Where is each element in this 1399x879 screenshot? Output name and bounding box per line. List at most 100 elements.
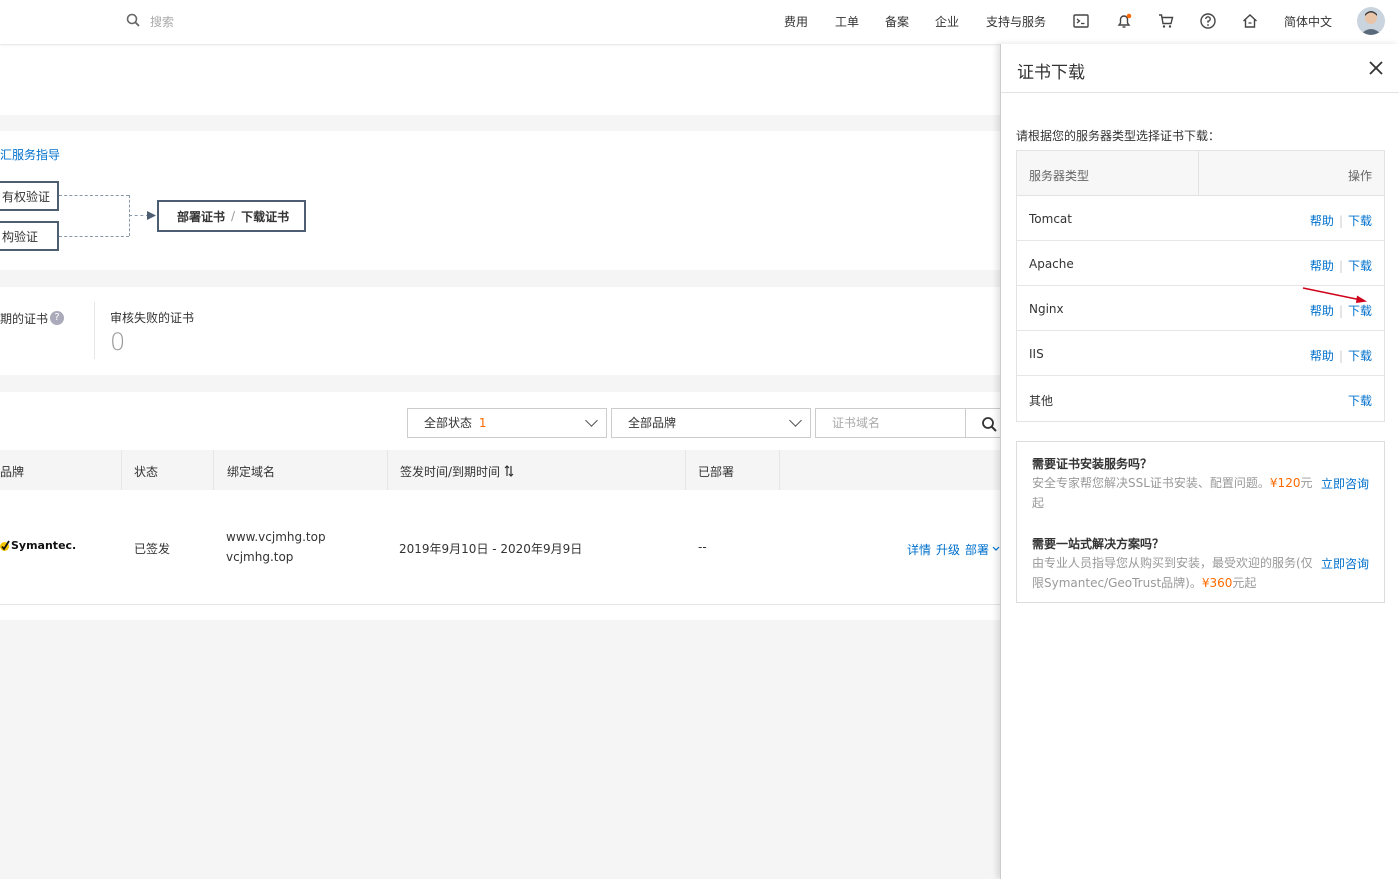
column-status: 状态 (134, 465, 159, 479)
nav-billing[interactable]: 费用 (784, 13, 808, 30)
search-icon (982, 417, 997, 432)
server-row-other: 其他 下载 (1017, 376, 1384, 421)
cert-download-panel: 证书下载 请根据您的服务器类型选择证书下载： 服务器类型 操作 Tomcat 帮… (1000, 44, 1399, 879)
brand-name: Symantec. (11, 539, 77, 552)
brand-filter-label: 全部品牌 (628, 416, 677, 430)
promo-install-desc: 安全专家帮您解决SSL证书安装、配置问题。¥120元起 (1032, 476, 1313, 510)
consult-solution-link[interactable]: 立即咨询 (1321, 555, 1369, 572)
stats-divider (94, 302, 95, 359)
server-row-tomcat: Tomcat 帮助 | 下载 (1017, 196, 1384, 241)
details-link[interactable]: 详情 (907, 541, 931, 558)
chevron-down-icon (585, 414, 598, 427)
flow-deploy-download: 部署证书 / 下载证书 (157, 200, 306, 232)
domain-search-button[interactable] (965, 408, 1000, 438)
download-link[interactable]: 下载 (1348, 214, 1372, 228)
failed-cert-count[interactable]: 0 (110, 328, 125, 356)
expired-cert-label: 期的证书 (0, 312, 49, 326)
upgrade-link[interactable]: 升级 (936, 541, 960, 558)
status-filter-count: 1 (478, 416, 487, 430)
column-brand: 品牌 (0, 465, 25, 479)
promo-solution-desc: 由专业人员指导您从购买到安装，最受欢迎的服务(仅限Symantec/GeoTru… (1032, 556, 1313, 590)
flow-connector (129, 215, 149, 216)
column-period[interactable]: 签发时间/到期时间 (400, 463, 500, 480)
panel-title: 证书下载 (1017, 63, 1085, 83)
cert-domain-primary: www.vcjmhg.top (226, 530, 326, 544)
nav-icp[interactable]: 备案 (885, 13, 909, 30)
help-circle-icon[interactable] (1199, 12, 1217, 30)
server-type-table: 服务器类型 操作 Tomcat 帮助 | 下载 Apache 帮助 | 下载 Nginx… (1016, 150, 1385, 422)
flow-deploy-label: 部署证书 (177, 209, 226, 224)
close-icon[interactable] (1368, 60, 1384, 76)
symantec-logo: Symantec. (0, 539, 76, 552)
page-header (0, 45, 1000, 115)
download-link[interactable]: 下载 (1348, 259, 1372, 273)
promo-install-title: 需要证书安装服务吗？ (1032, 457, 1153, 471)
download-link[interactable]: 下载 (1348, 349, 1372, 363)
service-promo-box: 需要证书安装服务吗？ 安全专家帮您解决SSL证书安装、配置问题。¥120元起 立… (1016, 441, 1385, 603)
column-domain: 绑定域名 (227, 465, 276, 479)
download-link[interactable]: 下载 (1348, 394, 1372, 408)
column-divider (685, 450, 686, 490)
cart-icon[interactable] (1157, 12, 1175, 30)
flow-org-label: 构验证 (2, 229, 39, 244)
deploy-link[interactable]: 部署 (965, 541, 989, 558)
server-row-iis: IIS 帮助 | 下载 (1017, 331, 1384, 376)
chevron-down-icon[interactable] (992, 545, 1000, 553)
annotation-arrow-icon (1302, 287, 1367, 303)
flow-download-label: 下载证书 (241, 209, 290, 224)
nav-support[interactable]: 支持与服务 (986, 13, 1046, 30)
server-name: IIS (1029, 347, 1044, 361)
sort-icon[interactable] (504, 465, 514, 477)
link-separator: | (1338, 349, 1343, 363)
terminal-icon[interactable] (1072, 12, 1090, 30)
flow-connector (59, 195, 129, 196)
avatar[interactable] (1357, 7, 1385, 35)
column-action: 操作 (1347, 169, 1372, 183)
column-deployed: 已部署 (698, 465, 735, 479)
chevron-down-icon (789, 414, 802, 427)
nav-enterprise[interactable]: 企业 (935, 13, 959, 30)
cert-status: 已签发 (134, 542, 171, 556)
help-link[interactable]: 帮助 (1310, 304, 1334, 318)
failed-cert-label: 审核失败的证书 (110, 311, 195, 325)
consult-install-link[interactable]: 立即咨询 (1321, 475, 1369, 492)
flow-org-validation: 构验证 (0, 221, 59, 251)
status-filter-label: 全部状态 (424, 416, 473, 430)
bell-icon[interactable] (1115, 12, 1133, 30)
language-switch[interactable]: 简体中文 (1284, 13, 1332, 30)
panel-divider (1001, 92, 1399, 93)
column-server-type: 服务器类型 (1029, 169, 1090, 183)
nav-tickets[interactable]: 工单 (835, 13, 859, 30)
top-navbar: 搜索 费用 工单 备案 企业 支持与服务 简体中文 (0, 0, 1399, 44)
download-link[interactable]: 下载 (1348, 304, 1372, 318)
status-filter-select[interactable]: 全部状态 1 (407, 408, 607, 438)
question-icon[interactable]: ? (50, 311, 64, 325)
flow-arrow-icon (147, 211, 156, 220)
column-divider (121, 450, 122, 490)
help-link[interactable]: 帮助 (1310, 259, 1334, 273)
server-row-nginx: Nginx 帮助 | 下载 (1017, 286, 1384, 331)
server-name: 其他 (1029, 394, 1054, 408)
link-separator: | (1338, 214, 1343, 228)
cert-domain-secondary: vcjmhg.top (226, 550, 294, 564)
promo-solution-title: 需要一站式解决方案吗？ (1032, 537, 1165, 551)
domain-search-input[interactable]: 证书域名 (815, 408, 966, 438)
column-divider (213, 450, 214, 490)
flow-connector (59, 236, 129, 237)
server-name: Tomcat (1029, 212, 1072, 226)
stats-section (0, 287, 1000, 375)
server-row-apache: Apache 帮助 | 下载 (1017, 241, 1384, 286)
link-separator: | (1338, 304, 1343, 318)
search-input[interactable]: 搜索 (150, 13, 174, 30)
server-name: Apache (1029, 257, 1074, 271)
help-link[interactable]: 帮助 (1310, 214, 1334, 228)
domain-search-placeholder: 证书域名 (832, 416, 881, 430)
panel-intro: 请根据您的服务器类型选择证书下载： (1016, 129, 1221, 143)
search-icon[interactable] (126, 13, 140, 27)
help-link[interactable]: 帮助 (1310, 349, 1334, 363)
brand-filter-select[interactable]: 全部品牌 (611, 408, 811, 438)
server-table-header: 服务器类型 操作 (1017, 151, 1384, 196)
symantec-check-icon (0, 540, 10, 551)
home-icon[interactable] (1241, 12, 1259, 30)
service-guide-link[interactable]: 汇服务指导 (0, 146, 60, 163)
